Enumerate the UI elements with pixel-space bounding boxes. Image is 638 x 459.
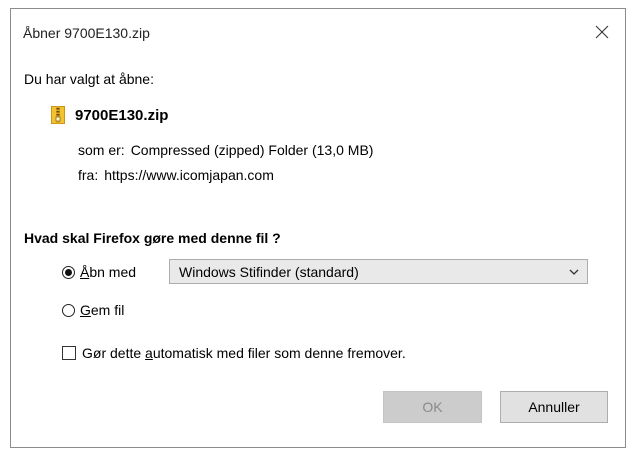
auto-action-checkbox-row[interactable]: Gør dette automatisk med filer som denne… <box>62 345 406 361</box>
auto-action-checkbox[interactable] <box>62 346 76 360</box>
zip-folder-icon <box>51 106 65 124</box>
radio-button-unselected[interactable] <box>62 303 75 317</box>
file-type-value: Compressed (zipped) Folder (13,0 MB) <box>130 142 374 158</box>
open-file-dialog: Åbner 9700E130.zip Du har valgt at åbne:… <box>10 8 626 448</box>
open-with-app-select[interactable]: Windows Stifinder (standard) <box>169 259 588 284</box>
intro-text: Du har valgt at åbne: <box>24 71 154 87</box>
close-button[interactable] <box>587 19 617 45</box>
radio-button-selected[interactable] <box>62 265 75 279</box>
file-source-label: fra: <box>78 167 99 183</box>
chevron-down-icon <box>569 269 579 275</box>
action-question: Hvad skal Firefox gøre med denne fil ? <box>24 230 281 246</box>
radio-dot <box>65 268 72 276</box>
cancel-button[interactable]: Annuller <box>500 391 608 423</box>
dialog-footer: OK Annuller <box>11 379 625 447</box>
file-source-value: https://www.icomjapan.com <box>104 167 274 183</box>
file-type-row: som er: Compressed (zipped) Folder (13,0 … <box>78 142 373 158</box>
save-file-label: Gem fil <box>80 302 125 318</box>
file-source-row: fra: https://www.icomjapan.com <box>78 167 274 183</box>
auto-action-label: Gør dette automatisk med filer som denne… <box>82 345 406 361</box>
title-bar: Åbner 9700E130.zip <box>11 9 625 55</box>
open-with-app-value: Windows Stifinder (standard) <box>179 263 359 280</box>
open-with-label: Åbn med <box>80 264 137 280</box>
open-with-radio[interactable]: Åbn med <box>62 264 136 280</box>
close-icon <box>595 25 609 39</box>
file-type-label: som er: <box>78 142 125 158</box>
window-title: Åbner 9700E130.zip <box>23 25 150 41</box>
file-row: 9700E130.zip <box>51 106 168 124</box>
file-name: 9700E130.zip <box>75 106 169 124</box>
save-file-radio[interactable]: Gem fil <box>62 302 124 318</box>
ok-button[interactable]: OK <box>383 391 482 423</box>
